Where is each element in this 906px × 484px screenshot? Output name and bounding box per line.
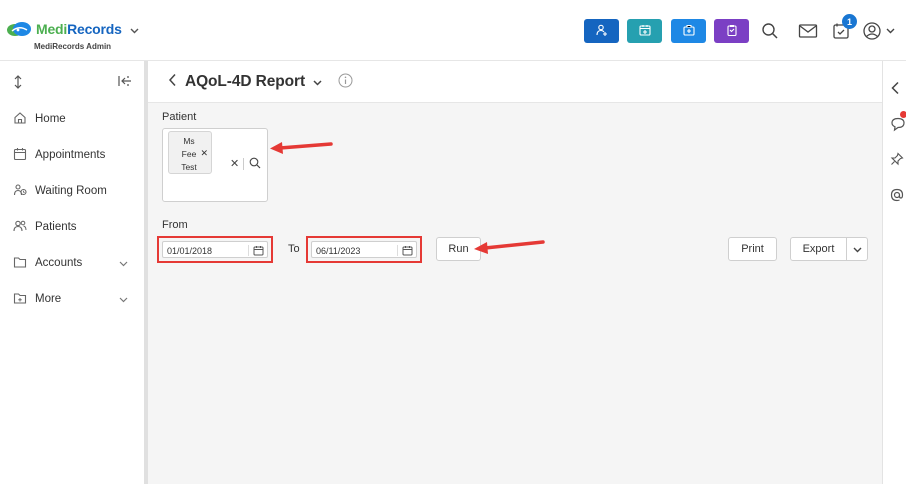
patient-chip-line: Ms [183, 136, 195, 146]
divider [243, 158, 244, 170]
sidebar-item-waiting-room[interactable]: Waiting Room [0, 173, 144, 209]
from-date-field[interactable]: 01/01/2018 [162, 241, 268, 258]
sidebar-item-accounts[interactable]: Accounts [0, 245, 144, 281]
chevron-down-icon[interactable] [313, 75, 322, 89]
chevron-down-icon[interactable] [119, 294, 128, 306]
mail-icon[interactable] [797, 20, 819, 42]
sidebar-toolbar [0, 61, 144, 101]
add-medical-button[interactable] [671, 19, 706, 43]
patient-label: Patient [162, 111, 197, 123]
patient-chip-line: Fee [181, 149, 197, 159]
logo-text: MediRecords [36, 21, 122, 37]
calendar-icon[interactable] [402, 245, 413, 259]
user-avatar-icon[interactable] [861, 20, 883, 42]
chevron-down-icon [853, 242, 862, 256]
user-menu-chevron-icon[interactable] [882, 20, 898, 42]
to-date-highlight: 06/11/2023 [306, 236, 422, 263]
sidebar-item-patients[interactable]: Patients [0, 209, 144, 245]
clipboard-icon [726, 24, 738, 39]
from-label: From [162, 219, 188, 231]
app-logo[interactable]: MediRecords [6, 21, 139, 37]
calendar-icon[interactable] [253, 245, 264, 259]
export-button-group: Export [790, 237, 868, 261]
chat-icon[interactable] [890, 116, 906, 132]
at-icon[interactable] [890, 188, 906, 204]
logo-records: Records [67, 21, 122, 37]
more-icon [13, 291, 27, 308]
divider [397, 245, 398, 256]
top-bar: MediRecords MediRecords Admin 1 [0, 0, 906, 61]
divider [248, 245, 249, 256]
add-task-button[interactable] [714, 19, 749, 43]
remove-chip-icon[interactable]: ✕ [200, 148, 208, 159]
sidebar-item-home[interactable]: Home [0, 101, 144, 137]
info-icon[interactable] [338, 73, 353, 91]
patient-chip-line: Test [181, 162, 197, 172]
folder-icon [13, 255, 27, 272]
annotation-arrow-icon [474, 240, 545, 254]
pin-icon[interactable] [890, 152, 906, 168]
calendar-icon [13, 147, 27, 164]
sidebar-item-label: Appointments [35, 149, 106, 161]
patient-chip-label: Ms Fee Test [177, 135, 201, 174]
sidebar-item-more[interactable]: More [0, 281, 144, 317]
logo-medi: Medi [36, 21, 68, 37]
back-chevron-icon[interactable] [168, 73, 177, 90]
person-plus-icon [595, 24, 608, 39]
export-dropdown-button[interactable] [847, 237, 868, 261]
sidebar: Home Appointments Waiting Room Patients … [0, 61, 148, 484]
patients-icon [13, 219, 27, 236]
logo-cloud-icon [6, 21, 32, 37]
sidebar-item-label: Waiting Room [35, 185, 107, 197]
patient-select[interactable]: Ms Fee Test ✕ ✕ [162, 128, 268, 202]
calendar-plus-icon [638, 24, 651, 39]
add-appointment-button[interactable] [627, 19, 662, 43]
add-patient-button[interactable] [584, 19, 619, 43]
resize-vertical-icon[interactable] [13, 75, 23, 92]
page-title: AQoL-4D Report [185, 72, 306, 90]
from-date-highlight: 01/01/2018 [157, 236, 273, 263]
report-header: AQoL-4D Report [148, 61, 882, 103]
to-date-value: 06/11/2023 [316, 246, 361, 256]
chevron-down-icon[interactable] [130, 23, 139, 37]
sidebar-item-label: Patients [35, 221, 77, 233]
chat-badge [900, 111, 906, 118]
search-icon[interactable] [759, 20, 781, 42]
sidebar-item-label: Accounts [35, 257, 83, 269]
right-rail [882, 61, 906, 484]
collapse-sidebar-icon[interactable] [118, 75, 132, 90]
logo-subtitle: MediRecords Admin [34, 42, 112, 51]
to-label: To [288, 243, 300, 255]
sidebar-item-label: Home [35, 113, 66, 125]
patient-chip[interactable]: Ms Fee Test ✕ [168, 131, 212, 174]
annotation-arrow-icon [270, 142, 333, 154]
chevron-left-icon[interactable] [890, 81, 906, 97]
search-icon[interactable] [249, 157, 261, 172]
sidebar-item-label: More [35, 293, 62, 305]
export-button[interactable]: Export [790, 237, 847, 261]
home-icon [13, 111, 27, 128]
clear-selection-icon[interactable]: ✕ [230, 157, 239, 170]
main-content: AQoL-4D Report Patient Ms Fee Test ✕ ✕ F… [148, 61, 882, 484]
waiting-room-icon [13, 183, 27, 200]
to-date-field[interactable]: 06/11/2023 [311, 241, 417, 258]
notification-badge: 1 [842, 14, 857, 29]
chevron-down-icon[interactable] [119, 258, 128, 270]
sidebar-item-appointments[interactable]: Appointments [0, 137, 144, 173]
medical-bag-icon [682, 24, 695, 39]
print-button[interactable]: Print [728, 237, 777, 261]
from-date-value: 01/01/2018 [167, 246, 213, 256]
